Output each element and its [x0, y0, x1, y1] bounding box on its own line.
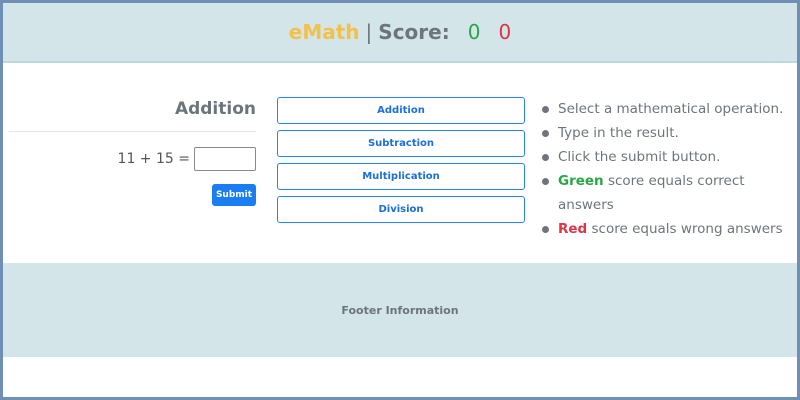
footer-text: Footer Information: [341, 303, 459, 317]
instruction-item: Click the submit button.: [541, 145, 796, 169]
instruction-text: Select a mathematical operation.: [558, 101, 784, 117]
multiplication-button[interactable]: Multiplication: [277, 163, 525, 190]
red-word: Red: [558, 221, 588, 237]
operation-list: Addition Subtraction Multiplication Divi…: [277, 97, 525, 229]
correct-score: 0: [467, 20, 481, 44]
instruction-text: Type in the result.: [558, 125, 679, 141]
wrong-score: 0: [498, 20, 512, 44]
score-label: Score:: [378, 20, 450, 44]
instructions-list: Select a mathematical operation. Type in…: [541, 97, 796, 241]
green-word: Green: [558, 173, 604, 189]
title-divider: [9, 131, 256, 132]
brand-logo[interactable]: eMath: [289, 20, 360, 44]
instruction-item: Select a mathematical operation.: [541, 97, 796, 121]
answer-input[interactable]: [194, 147, 256, 171]
subtraction-button[interactable]: Subtraction: [277, 130, 525, 157]
submit-button[interactable]: Submit: [212, 184, 256, 206]
addition-button[interactable]: Addition: [277, 97, 525, 124]
instruction-text: Click the submit button.: [558, 149, 721, 165]
header-separator: |: [365, 20, 373, 44]
footer: Footer Information: [3, 263, 797, 357]
division-button[interactable]: Division: [277, 196, 525, 223]
instruction-item: Green score equals correct answers: [541, 169, 796, 217]
problem-row: 11 + 15 =: [9, 145, 256, 173]
instruction-text: score equals wrong answers: [587, 221, 783, 237]
header-bar: eMath | Score: 0 0: [3, 3, 797, 63]
instruction-item: Type in the result.: [541, 121, 796, 145]
problem-text: 11 + 15 =: [117, 151, 190, 167]
instruction-item: Red score equals wrong answers: [541, 217, 796, 241]
main-content: Addition 11 + 15 = Submit Addition Subtr…: [3, 63, 797, 263]
operation-title: Addition: [174, 99, 256, 119]
